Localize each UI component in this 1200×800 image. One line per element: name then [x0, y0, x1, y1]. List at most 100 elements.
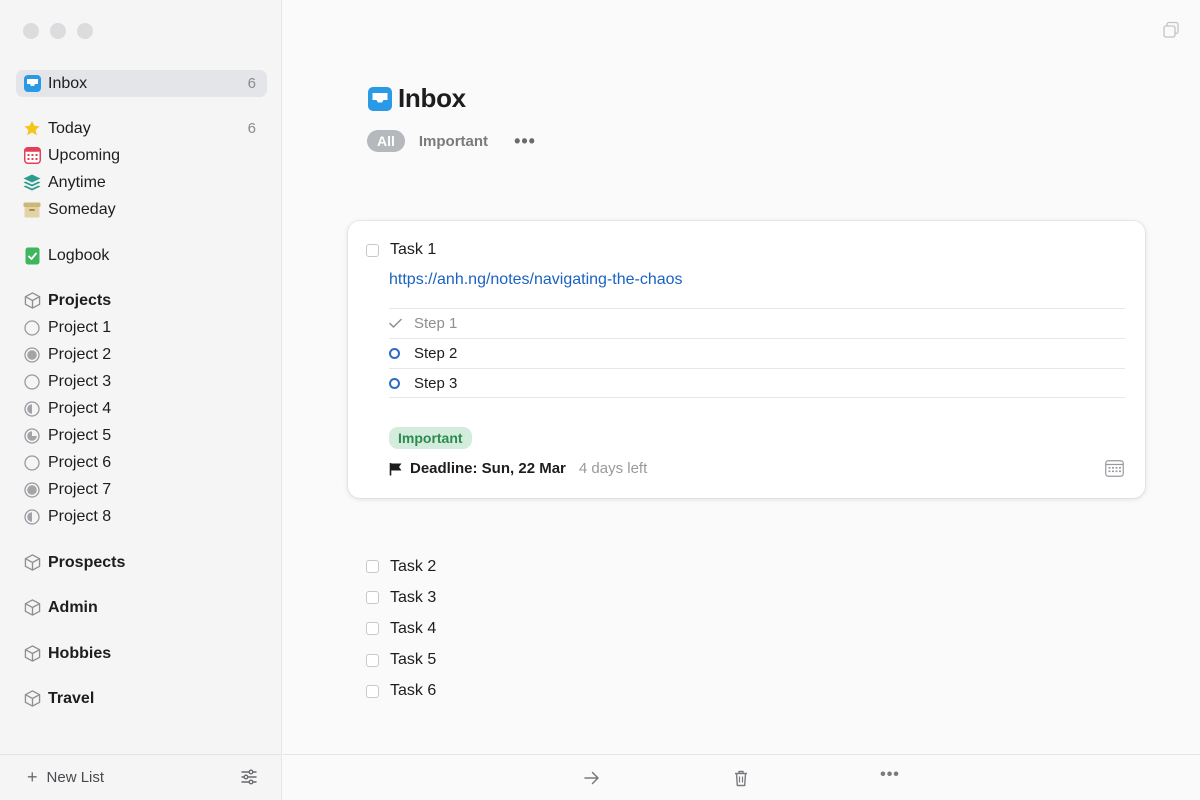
sidebar-item-project-8[interactable]: Project 8 — [16, 503, 267, 530]
calendar-icon — [23, 147, 41, 165]
calendar-icon[interactable] — [1105, 460, 1124, 477]
sidebar-item-label: Project 6 — [48, 453, 112, 471]
sidebar-item-label: Hobbies — [48, 644, 112, 662]
zoom-window-button[interactable] — [77, 23, 93, 39]
filter-more-button[interactable]: ••• — [514, 131, 536, 152]
task-title[interactable]: Task 4 — [390, 620, 436, 638]
sidebar-item-project-4[interactable]: Project 4 — [16, 395, 267, 422]
minimize-window-button[interactable] — [50, 23, 66, 39]
project-progress-icon — [23, 454, 41, 472]
task-row[interactable]: Task 2 — [366, 551, 436, 582]
project-progress-icon — [23, 427, 41, 445]
new-window-icon[interactable] — [1162, 21, 1180, 39]
checklist-item[interactable]: Step 3 — [389, 368, 1125, 398]
task-row[interactable]: Task 3 — [366, 582, 436, 613]
today-count: 6 — [247, 120, 256, 137]
sidebar-item-project-7[interactable]: Project 7 — [16, 476, 267, 503]
sidebar-item-label: Today — [48, 119, 91, 137]
sidebar-footer: + New List — [0, 754, 282, 800]
task-title[interactable]: Task 6 — [390, 682, 436, 700]
sidebar-item-projects[interactable]: Projects — [16, 287, 267, 314]
sidebar-item-travel[interactable]: Travel — [16, 685, 267, 712]
page-title: Inbox — [368, 83, 466, 114]
sidebar-item-label: Anytime — [48, 173, 106, 191]
filter-all-chip[interactable]: All — [367, 130, 405, 152]
task-title[interactable]: Task 2 — [390, 558, 436, 576]
task-checkbox[interactable] — [366, 653, 379, 667]
sidebar-item-project-6[interactable]: Project 6 — [16, 449, 267, 476]
checklist-circle-icon[interactable] — [389, 348, 405, 359]
sidebar-item-label: Projects — [48, 291, 112, 309]
task-row[interactable]: Task 4 — [366, 613, 436, 644]
project-progress-icon — [23, 373, 41, 391]
project-progress-icon — [23, 400, 41, 418]
sidebar-item-label: Travel — [48, 689, 95, 707]
checklist-item-label: Step 1 — [414, 315, 458, 332]
task-note-link[interactable]: https://anh.ng/notes/navigating-the-chao… — [389, 271, 683, 289]
sidebar-item-label: Project 2 — [48, 345, 112, 363]
task-row[interactable]: Task 6 — [366, 676, 436, 707]
page-title-text: Inbox — [398, 83, 466, 113]
plus-icon: + — [27, 767, 38, 787]
checklist-item[interactable]: Step 2 — [389, 338, 1125, 368]
sidebar-item-prospects[interactable]: Prospects — [16, 549, 267, 576]
task-checkbox[interactable] — [366, 591, 379, 605]
sidebar-item-project-2[interactable]: Project 2 — [16, 341, 267, 368]
trash-icon[interactable] — [732, 769, 750, 787]
sidebar-item-project-1[interactable]: Project 1 — [16, 314, 267, 341]
sidebar-item-hobbies[interactable]: Hobbies — [16, 640, 267, 667]
star-icon — [23, 120, 41, 138]
sidebar-item-admin[interactable]: Admin — [16, 594, 267, 621]
cube-icon — [23, 690, 41, 708]
cube-icon — [23, 645, 41, 663]
checklist-circle-icon[interactable] — [389, 377, 405, 389]
close-window-button[interactable] — [23, 23, 39, 39]
sidebar: Inbox 6 Today 6 Upcoming Anytime Someday… — [0, 0, 282, 800]
move-arrow-icon[interactable] — [583, 769, 601, 787]
task-title[interactable]: Task 5 — [390, 651, 436, 669]
sidebar-item-label: Upcoming — [48, 146, 121, 164]
filter-important-chip[interactable]: Important — [419, 133, 488, 150]
new-list-button[interactable]: + New List — [27, 767, 104, 788]
sidebar-item-project-5[interactable]: Project 5 — [16, 422, 267, 449]
more-options-button[interactable]: ••• — [880, 766, 899, 784]
task-title[interactable]: Task 1 — [390, 241, 436, 259]
sidebar-item-anytime[interactable]: Anytime — [16, 169, 267, 196]
checklist-item-label: Step 3 — [414, 374, 458, 392]
checkmark-icon[interactable] — [389, 318, 405, 329]
project-progress-icon — [23, 481, 41, 499]
task-checkbox[interactable] — [366, 560, 379, 574]
expanded-task-card[interactable]: Task 1 https://anh.ng/notes/navigating-t… — [348, 221, 1145, 498]
archive-box-icon — [23, 201, 41, 219]
sidebar-item-today[interactable]: Today 6 — [16, 115, 267, 142]
inbox-icon — [23, 75, 41, 93]
sidebar-item-inbox[interactable]: Inbox 6 — [16, 70, 267, 97]
sidebar-item-upcoming[interactable]: Upcoming — [16, 142, 267, 169]
sidebar-item-label: Project 5 — [48, 426, 112, 444]
sidebar-item-label: Project 8 — [48, 507, 112, 525]
sidebar-item-label: Someday — [48, 200, 116, 218]
task-checkbox[interactable] — [366, 622, 379, 636]
filter-settings-icon[interactable] — [240, 768, 258, 786]
checklist-item[interactable]: Step 1 — [389, 308, 1125, 338]
sidebar-item-logbook[interactable]: Logbook — [16, 242, 267, 269]
sidebar-item-label: Project 4 — [48, 399, 112, 417]
inbox-icon — [368, 86, 392, 111]
task-checkbox[interactable] — [366, 684, 379, 698]
tag-important[interactable]: Important — [389, 427, 472, 449]
new-list-label: New List — [46, 769, 105, 786]
sidebar-item-project-3[interactable]: Project 3 — [16, 368, 267, 395]
task-checkbox[interactable] — [366, 243, 379, 257]
logbook-icon — [23, 247, 41, 265]
task-title-row: Task 1 — [366, 241, 436, 259]
filter-bar: All Important ••• — [367, 130, 536, 152]
days-left-text: 4 days left — [578, 460, 648, 477]
sidebar-item-label: Inbox — [48, 74, 88, 92]
project-progress-icon — [23, 319, 41, 337]
task-title[interactable]: Task 3 — [390, 589, 436, 607]
project-progress-icon — [23, 508, 41, 526]
main-content: Inbox All Important ••• Task 1 https://a… — [283, 0, 1200, 800]
task-row[interactable]: Task 5 — [366, 645, 436, 676]
sidebar-item-someday[interactable]: Someday — [16, 196, 267, 223]
deadline-row[interactable]: Deadline: Sun, 22 Mar 4 days left — [389, 460, 647, 477]
